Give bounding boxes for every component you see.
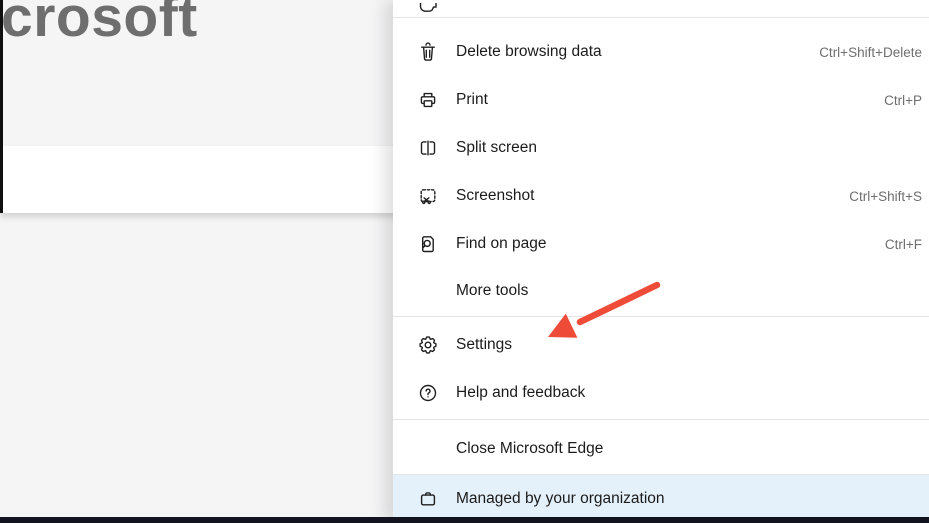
menu-item-label: Print xyxy=(456,91,488,109)
menu-item-help-and-feedback[interactable]: Help and feedback xyxy=(393,369,929,417)
menu-item-shortcut: Ctrl+Shift+S xyxy=(849,189,922,204)
menu-item-more-tools[interactable]: More tools xyxy=(393,268,929,314)
find-on-page-icon xyxy=(418,234,438,254)
menu-separator xyxy=(393,17,929,18)
menu-item-close-microsoft-edge[interactable]: Close Microsoft Edge xyxy=(393,425,929,473)
edge-browser-menu: Delete browsing data Ctrl+Shift+Delete P… xyxy=(393,0,929,523)
menu-item-delete-browsing-data[interactable]: Delete browsing data Ctrl+Shift+Delete xyxy=(393,28,929,76)
menu-item-label: Find on page xyxy=(456,235,547,253)
menu-item-settings[interactable]: Settings xyxy=(393,321,929,369)
menu-item-shortcut: Ctrl+Shift+Delete xyxy=(819,45,922,60)
menu-item-label: Screenshot xyxy=(456,187,534,205)
menu-item-label: Close Microsoft Edge xyxy=(456,440,603,458)
settings-gear-icon xyxy=(418,335,438,355)
printer-icon xyxy=(418,90,438,110)
menu-item-managed-by-organization[interactable]: Managed by your organization xyxy=(393,475,929,523)
menu-item-label: Settings xyxy=(456,336,512,354)
background-page-left-border xyxy=(0,0,3,213)
menu-separator xyxy=(393,419,929,420)
menu-item-find-on-page[interactable]: Find on page Ctrl+F xyxy=(393,220,929,268)
background-page-partial-logo-text: crosoft xyxy=(1,0,198,50)
delete-trash-icon xyxy=(418,42,438,62)
menu-item-label: Split screen xyxy=(456,139,537,157)
menu-item-label: Help and feedback xyxy=(456,384,585,402)
menu-item-print[interactable]: Print Ctrl+P xyxy=(393,76,929,124)
menu-item-label: More tools xyxy=(456,282,528,300)
screenshot-bottom-border xyxy=(0,517,929,523)
screenshot-icon xyxy=(418,186,438,206)
menu-item-partial-top[interactable] xyxy=(393,0,929,16)
menu-item-split-screen[interactable]: Split screen xyxy=(393,124,929,172)
menu-item-label: Managed by your organization xyxy=(456,490,665,508)
menu-item-shortcut: Ctrl+P xyxy=(884,93,922,108)
help-question-icon xyxy=(418,383,438,403)
briefcase-icon xyxy=(418,489,438,509)
split-screen-icon xyxy=(418,138,438,158)
menu-item-shortcut: Ctrl+F xyxy=(885,237,922,252)
menu-separator xyxy=(393,316,929,317)
menu-item-screenshot[interactable]: Screenshot Ctrl+Shift+S xyxy=(393,172,929,220)
menu-item-label: Delete browsing data xyxy=(456,43,602,61)
